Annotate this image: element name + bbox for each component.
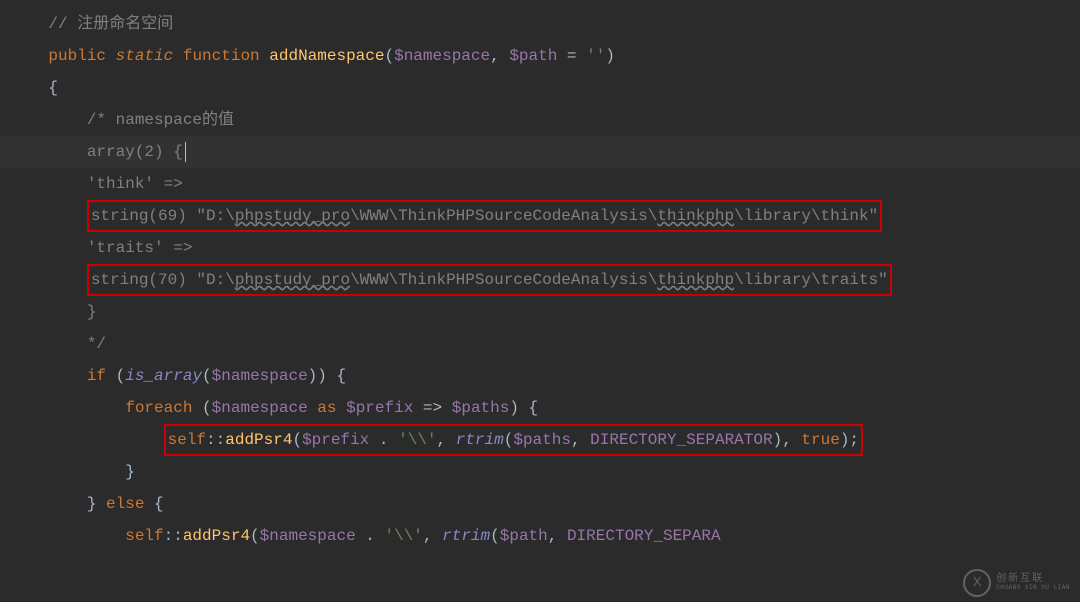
keyword-public: public (48, 47, 106, 65)
builtin-rtrim: rtrim (456, 431, 504, 449)
keyword-static: static (116, 47, 174, 65)
keyword-foreach: foreach (125, 399, 192, 417)
code-line-11: */ (0, 328, 1080, 360)
code-line-2: public static function addNamespace($nam… (0, 40, 1080, 72)
keyword-as: as (317, 399, 336, 417)
watermark-icon: X (963, 569, 991, 597)
watermark: X 创新互联 CHUANG XIN HU LIAN (963, 569, 1070, 597)
code-line-1: // 注册命名空间 (0, 8, 1080, 40)
var-path2: $path (500, 527, 548, 545)
comment-think-key: 'think' => (87, 175, 183, 193)
code-line-13: foreach ($namespace as $prefix => $paths… (0, 392, 1080, 424)
code-line-15: } (0, 456, 1080, 488)
const-dirsep-truncated: DIRECTORY_SEPARA (567, 527, 721, 545)
var-prefix2: $prefix (302, 431, 369, 449)
param-namespace: $namespace (394, 47, 490, 65)
builtin-rtrim2: rtrim (442, 527, 490, 545)
param-path: $path (509, 47, 557, 65)
code-line-7: string(69) "D:\phpstudy_pro\WWW\ThinkPHP… (0, 200, 1080, 232)
code-line-4: /* namespace的值 (0, 104, 1080, 136)
watermark-text: 创新互联 CHUANG XIN HU LIAN (996, 574, 1070, 592)
var-paths2: $paths (513, 431, 571, 449)
default-empty-string: '' (586, 47, 605, 65)
var-namespace2: $namespace (212, 399, 308, 417)
keyword-true: true (801, 431, 839, 449)
keyword-if: if (87, 367, 106, 385)
string-backslash2: '\\' (385, 527, 423, 545)
var-paths: $paths (452, 399, 510, 417)
const-dirsep: DIRECTORY_SEPARATOR (590, 431, 772, 449)
comment-namespace-value: /* namespace的值 (87, 111, 234, 129)
builtin-isarray: is_array (125, 367, 202, 385)
comment-register-namespace: // 注册命名空间 (48, 15, 173, 33)
code-line-10: } (0, 296, 1080, 328)
code-line-8: 'traits' => (0, 232, 1080, 264)
var-namespace: $namespace (212, 367, 308, 385)
method-addpsr4: addPsr4 (225, 431, 292, 449)
code-line-17: self::addPsr4($namespace . '\\', rtrim($… (0, 520, 1080, 552)
keyword-self: self (168, 431, 206, 449)
method-addpsr4-2: addPsr4 (183, 527, 250, 545)
string-backslash: '\\' (398, 431, 436, 449)
keyword-function: function (183, 47, 260, 65)
code-line-16: } else { (0, 488, 1080, 520)
function-addnamespace: addNamespace (269, 47, 384, 65)
code-editor: // 注册命名空间 public static function addName… (0, 0, 1080, 560)
var-prefix: $prefix (346, 399, 413, 417)
comment-array2: array(2) { (87, 143, 183, 161)
highlight-box-3: self::addPsr4($prefix . '\\', rtrim($pat… (164, 424, 863, 456)
highlight-box-2: string(70) "D:\phpstudy_pro\WWW\ThinkPHP… (87, 264, 892, 296)
keyword-self2: self (125, 527, 163, 545)
code-line-12: if (is_array($namespace)) { (0, 360, 1080, 392)
cursor (185, 142, 186, 162)
code-line-3: { (0, 72, 1080, 104)
comment-traits-key: 'traits' => (87, 239, 193, 257)
code-line-6: 'think' => (0, 168, 1080, 200)
code-line-5-highlighted: array(2) { (0, 136, 1080, 168)
highlight-box-1: string(69) "D:\phpstudy_pro\WWW\ThinkPHP… (87, 200, 882, 232)
code-line-14: self::addPsr4($prefix . '\\', rtrim($pat… (0, 424, 1080, 456)
keyword-else: else (106, 495, 144, 513)
code-line-9: string(70) "D:\phpstudy_pro\WWW\ThinkPHP… (0, 264, 1080, 296)
var-namespace3: $namespace (260, 527, 356, 545)
